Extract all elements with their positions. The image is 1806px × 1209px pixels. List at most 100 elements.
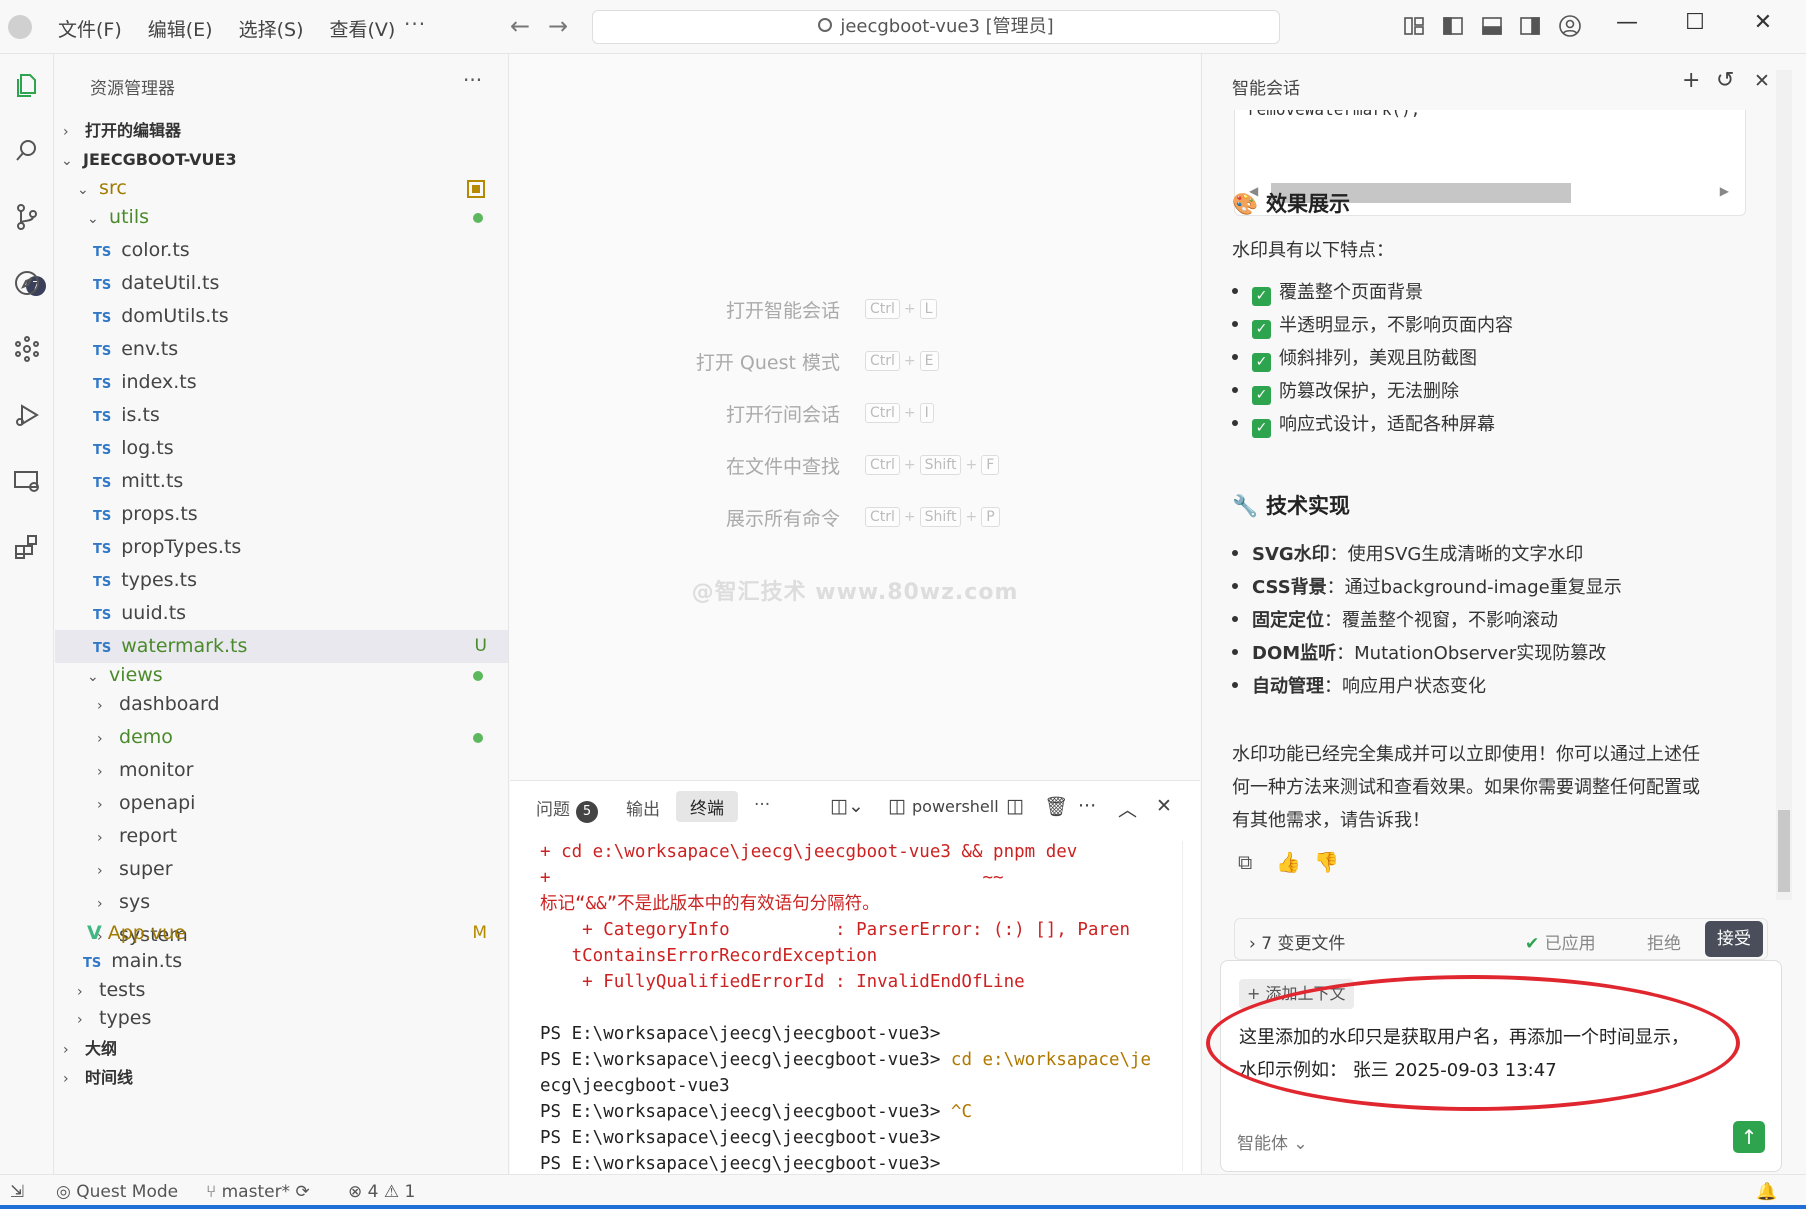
folder-types[interactable]: › types (55, 1002, 508, 1035)
history-icon[interactable]: ↺ (1716, 68, 1734, 93)
key-cap: E (919, 351, 939, 371)
trash-icon[interactable]: 🗑 (1044, 795, 1068, 818)
chat-scrollbar-thumb[interactable] (1778, 810, 1790, 892)
toggle-panel-icon[interactable] (1480, 14, 1504, 38)
extensions-icon[interactable] (12, 532, 42, 562)
tab-output[interactable]: 输出 (626, 795, 660, 820)
terminal-line: PS E:\worksapace\jeecg\jeecgboot-vue3> ^… (540, 1102, 972, 1122)
chat-scrollbar[interactable] (1776, 70, 1792, 900)
panel-actions-more-icon[interactable]: ··· (1078, 795, 1096, 817)
account-icon[interactable] (1558, 14, 1582, 38)
chevron-right-icon: › (97, 698, 103, 714)
file-item[interactable]: TS mitt.ts (55, 465, 508, 498)
folder-utils[interactable]: ⌄ utils (55, 201, 508, 234)
terminal-output[interactable]: + cd e:\worksapace\jeecg\jeecgboot-vue3 … (540, 839, 1200, 1177)
folder-item[interactable]: › demo (55, 721, 508, 754)
title-bar: 文件(F) 编辑(E) 选择(S) 查看(V) ··· ← → jeecgboo… (0, 0, 1806, 54)
timeline-section[interactable]: › 时间线 (55, 1061, 508, 1094)
run-debug-icon[interactable] (12, 400, 42, 430)
menu-selection[interactable]: 选择(S) (239, 15, 304, 42)
file-item[interactable]: TS propTypes.ts (55, 531, 508, 564)
panel-tabs: 问题 5 输出 终端 ··· ◫⌄ ◫ powershell ◫ 🗑 ··· ︿ … (510, 781, 1200, 831)
folder-item[interactable]: › sys (55, 886, 508, 919)
source-control-icon[interactable] (12, 202, 42, 232)
tab-terminal[interactable]: 终端 (676, 791, 738, 822)
quest-mode-item[interactable]: ◎ Quest Mode (56, 1182, 178, 1202)
file-item[interactable]: TS dateUtil.ts (55, 267, 508, 300)
editor-area: 打开智能会话 Ctrl + L 打开 Quest 模式 Ctrl + E 打开行间会话 Ctrl +… (510, 54, 1200, 780)
tech-item: 自动管理：响应用户状态变化 (1232, 672, 1486, 698)
folder-item[interactable]: › openapi (55, 787, 508, 820)
search-icon[interactable] (12, 136, 42, 166)
remote-explorer-icon[interactable] (12, 466, 42, 496)
file-item[interactable]: TS log.ts (55, 432, 508, 465)
notifications-icon[interactable]: 🔔 (1756, 1182, 1777, 1202)
taskbar-edge (0, 1205, 1806, 1209)
back-arrow-icon[interactable]: ← (510, 12, 530, 40)
key-cap: Ctrl (865, 403, 900, 423)
thumbs-down-icon[interactable]: 👎 (1314, 850, 1339, 874)
shortcut-label: 打开智能会话 (725, 300, 840, 322)
reject-button[interactable]: 拒绝 (1647, 929, 1681, 954)
compass-icon[interactable] (12, 268, 42, 298)
terminal-shell-selector[interactable]: ◫ powershell (888, 795, 999, 817)
file-item[interactable]: TS env.ts (55, 333, 508, 366)
tab-problems[interactable]: 问题 5 (536, 795, 598, 823)
file-item[interactable]: TS index.ts (55, 366, 508, 399)
close-window-icon[interactable]: ✕ (1748, 10, 1778, 35)
maximize-panel-icon[interactable]: ︿ (1118, 795, 1137, 822)
folder-item[interactable]: › super (55, 853, 508, 886)
menu-file[interactable]: 文件(F) (58, 15, 122, 42)
folder-item[interactable]: › report (55, 820, 508, 853)
problems-item[interactable]: ⊗ 4 ⚠ 1 (348, 1182, 415, 1202)
split-terminal-dropdown-icon[interactable]: ◫⌄ (830, 795, 864, 817)
folder-item[interactable]: › dashboard (55, 688, 508, 721)
forward-arrow-icon[interactable]: → (548, 12, 568, 40)
split-terminal-icon[interactable]: ◫ (1006, 795, 1024, 817)
file-item[interactable]: TS domUtils.ts (55, 300, 508, 333)
branch-item[interactable]: ⑂ master* ⟳ (206, 1182, 310, 1202)
problems-count-badge: 5 (576, 801, 598, 823)
file-item[interactable]: TS color.ts (55, 234, 508, 267)
remote-icon[interactable]: ⇲ (10, 1182, 24, 1202)
chat-input-text[interactable]: 这里添加的水印只是获取用户名，再添加一个时间显示， 水印示例如： 张三 2025… (1239, 1021, 1739, 1087)
folder-item[interactable]: › monitor (55, 754, 508, 787)
menu-view[interactable]: 查看(V) (330, 15, 396, 42)
extensions-graph-icon[interactable] (12, 334, 42, 364)
menu-edit[interactable]: 编辑(E) (148, 15, 213, 42)
toggle-secondary-sidebar-icon[interactable] (1518, 14, 1542, 38)
customize-layout-icon[interactable] (1402, 14, 1426, 38)
file-item[interactable]: TS types.ts (55, 564, 508, 597)
explorer-more-button[interactable]: ··· (463, 68, 482, 92)
command-center[interactable]: jeecgboot-vue3 [管理员] (592, 10, 1280, 44)
warning-icon: ⚠ (383, 1182, 405, 1202)
bottom-panel: 问题 5 输出 终端 ··· ◫⌄ ◫ powershell ◫ 🗑 ··· ︿ … (510, 780, 1200, 1174)
add-context-button[interactable]: + 添加上下文 (1239, 979, 1354, 1009)
thumbs-up-icon[interactable]: 👍 (1276, 850, 1301, 874)
minimize-icon[interactable]: — (1612, 10, 1642, 35)
file-item[interactable]: TS is.ts (55, 399, 508, 432)
new-chat-icon[interactable]: + (1682, 68, 1700, 93)
changed-files-toggle[interactable]: › 7 变更文件 (1249, 929, 1345, 954)
copy-icon[interactable]: ⧉ (1238, 850, 1252, 874)
maximize-icon[interactable]: ☐ (1680, 10, 1710, 35)
file-item[interactable]: TS props.ts (55, 498, 508, 531)
scroll-right-icon[interactable]: ▶ (1720, 184, 1729, 198)
chat-input-box[interactable]: + 添加上下文 这里添加的水印只是获取用户名，再添加一个时间显示， 水印示例如：… (1220, 960, 1782, 1172)
close-chat-icon[interactable]: ✕ (1754, 70, 1770, 92)
file-item[interactable]: TS uuid.ts (55, 597, 508, 630)
toggle-primary-sidebar-icon[interactable] (1441, 14, 1465, 38)
menu-more-button[interactable]: ··· (404, 12, 426, 36)
explorer-title: 资源管理器 (90, 79, 175, 99)
app-logo-icon (8, 15, 32, 39)
agent-selector[interactable]: 智能体 ⌄ (1237, 1129, 1308, 1154)
wrench-icon: 🔧 (1232, 494, 1259, 518)
key-cap: P (981, 507, 1000, 527)
send-button[interactable]: ↑ (1733, 1121, 1765, 1153)
explorer-icon[interactable] (12, 70, 42, 100)
shortcut-hint: 在文件中查找 Ctrl + Shift + F (510, 452, 1200, 482)
panel-more-button[interactable]: ··· (754, 795, 770, 815)
accept-button[interactable]: 接受 (1705, 921, 1763, 957)
terminal-scrollbar[interactable] (1182, 841, 1188, 1171)
close-panel-icon[interactable]: ✕ (1156, 795, 1172, 817)
